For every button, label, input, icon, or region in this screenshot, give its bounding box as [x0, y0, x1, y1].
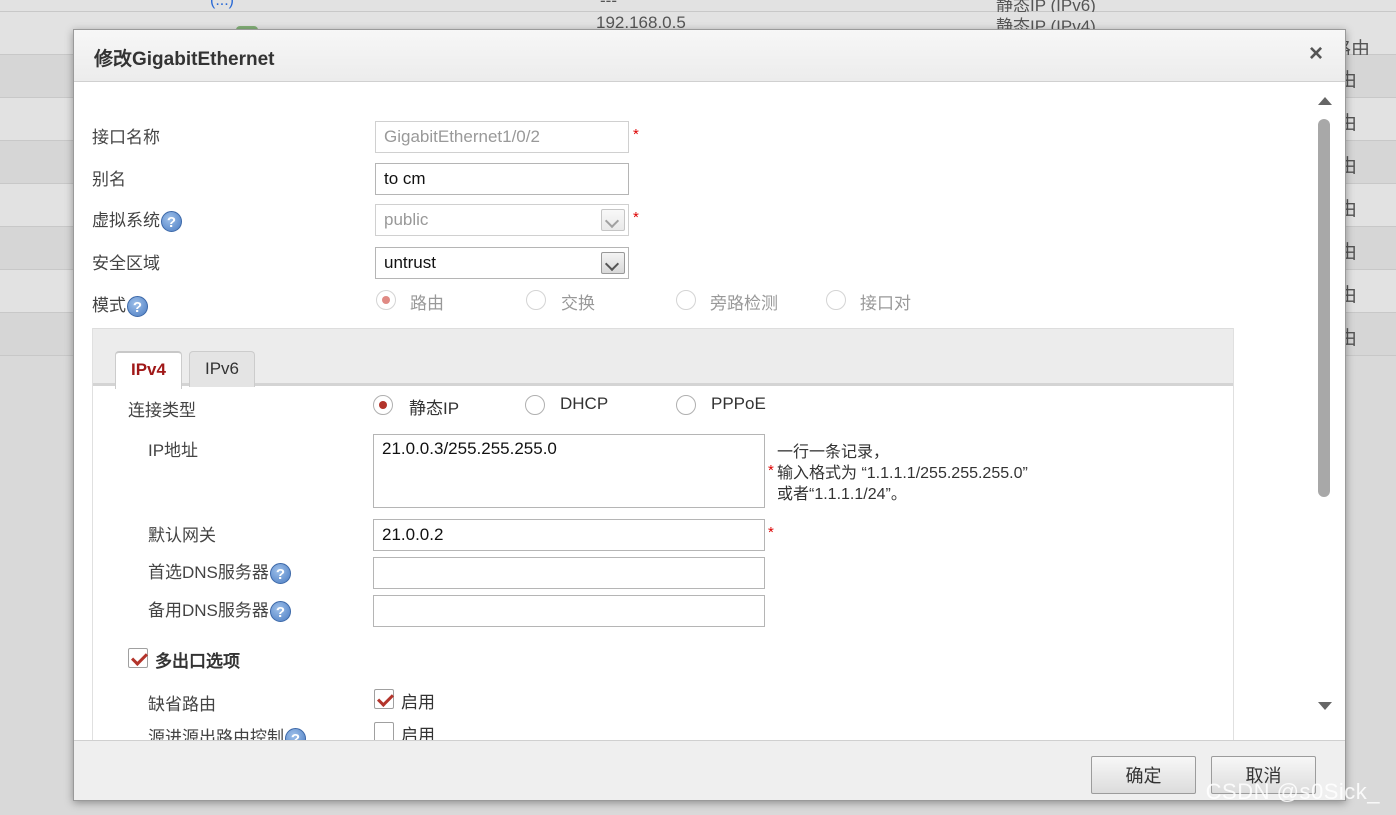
required-mark: * [768, 524, 774, 541]
conn-radio-static[interactable] [373, 395, 393, 415]
zone-value: untrust [384, 253, 436, 272]
multi-exit-checkbox[interactable] [128, 648, 148, 668]
gateway-label: 默认网关 [148, 526, 216, 545]
chevron-down-icon [601, 209, 625, 231]
conn-radio-dhcp[interactable] [525, 395, 545, 415]
required-mark: * [633, 209, 639, 226]
dns1-label: 首选DNS服务器? [148, 558, 291, 585]
alias-label: 别名 [92, 170, 126, 189]
ok-button[interactable]: 确定 [1091, 756, 1196, 794]
mode-label: 模式? [92, 291, 148, 318]
dns1-input[interactable] [373, 557, 765, 589]
interface-link[interactable]: (...) [210, 0, 234, 10]
dialog-footer: 确定 取消 [74, 740, 1345, 800]
mode-option-label: 接口对 [860, 294, 911, 313]
required-mark: * [768, 462, 774, 479]
multi-exit-label: 多出口选项 [155, 652, 240, 671]
mode-radio-pair [826, 290, 846, 310]
src-route-option: 启用 [401, 726, 435, 740]
vsys-value: public [384, 210, 429, 229]
tab-ipv4[interactable]: IPv4 [115, 351, 182, 389]
scroll-down-icon[interactable] [1318, 702, 1332, 710]
conn-type-label: 连接类型 [128, 401, 196, 420]
help-icon[interactable]: ? [161, 211, 182, 233]
ip-tab-panel: IPv4 IPv6 连接类型 静态IP DHCP PPPoE IP地址 21.0… [92, 328, 1234, 740]
conn-option-label: DHCP [560, 394, 609, 413]
mode-radio-route [376, 290, 396, 310]
edit-interface-dialog: 修改GigabitEthernet × 接口名称 GigabitEthernet… [73, 29, 1346, 801]
vsys-select: public [375, 204, 629, 236]
mode-radio-bypass [676, 290, 696, 310]
mode-option-label: 交换 [561, 294, 595, 313]
scroll-up-icon[interactable] [1318, 97, 1332, 105]
gateway-input[interactable]: 21.0.0.2 [373, 519, 765, 551]
required-mark: * [633, 126, 639, 143]
dns2-input[interactable] [373, 595, 765, 627]
default-route-checkbox[interactable] [374, 689, 394, 709]
interface-name-label: 接口名称 [92, 128, 160, 147]
chevron-down-icon[interactable] [601, 252, 625, 274]
tab-ipv6[interactable]: IPv6 [189, 351, 256, 387]
dialog-header: 修改GigabitEthernet × [74, 30, 1345, 82]
zone-label: 安全区域 [92, 254, 160, 273]
help-icon[interactable]: ? [269, 563, 291, 585]
mode-radio-switch [526, 290, 546, 310]
alias-input[interactable]: to cm [375, 163, 629, 195]
mode-option-label: 路由 [410, 294, 444, 313]
vsys-label: 虚拟系统? [92, 206, 182, 233]
src-route-checkbox[interactable] [374, 722, 394, 740]
table-row: (...) --- 静态IP (IPv6) [0, 0, 1396, 15]
table-cell: --- [600, 0, 617, 10]
dialog-body: 接口名称 GigabitEthernet1/0/2 * 别名 to cm 虚拟系… [74, 83, 1345, 740]
ip-textarea[interactable]: 21.0.0.3/255.255.255.0 [373, 434, 765, 508]
dns2-label: 备用DNS服务器? [148, 596, 291, 623]
interface-name-field: GigabitEthernet1/0/2 [375, 121, 629, 153]
help-icon[interactable]: ? [285, 728, 306, 740]
scrollbar[interactable] [1312, 87, 1336, 727]
ip-format-hint: 一行一条记录， 输入格式为 “1.1.1.1/255.255.255.0” 或者… [777, 444, 1028, 503]
zone-select[interactable]: untrust [375, 247, 629, 279]
conn-option-label: PPPoE [711, 394, 766, 413]
src-route-label: 源进源出路由控制? [148, 723, 306, 740]
mode-option-label: 旁路检测 [710, 294, 778, 313]
conn-option-label: 静态IP [409, 399, 460, 418]
tab-strip: IPv4 IPv6 [93, 328, 1233, 389]
help-icon[interactable]: ? [269, 601, 291, 623]
help-icon[interactable]: ? [127, 296, 148, 318]
scrollbar-thumb[interactable] [1318, 119, 1330, 497]
conn-radio-pppoe[interactable] [676, 395, 696, 415]
watermark: CSDN @s0Sick_ [1205, 779, 1380, 804]
default-route-option: 启用 [401, 693, 435, 712]
ip-label: IP地址 [148, 441, 199, 460]
default-route-label: 缺省路由 [148, 695, 216, 714]
close-icon[interactable]: × [1309, 40, 1323, 68]
dialog-title: 修改GigabitEthernet [94, 49, 275, 70]
